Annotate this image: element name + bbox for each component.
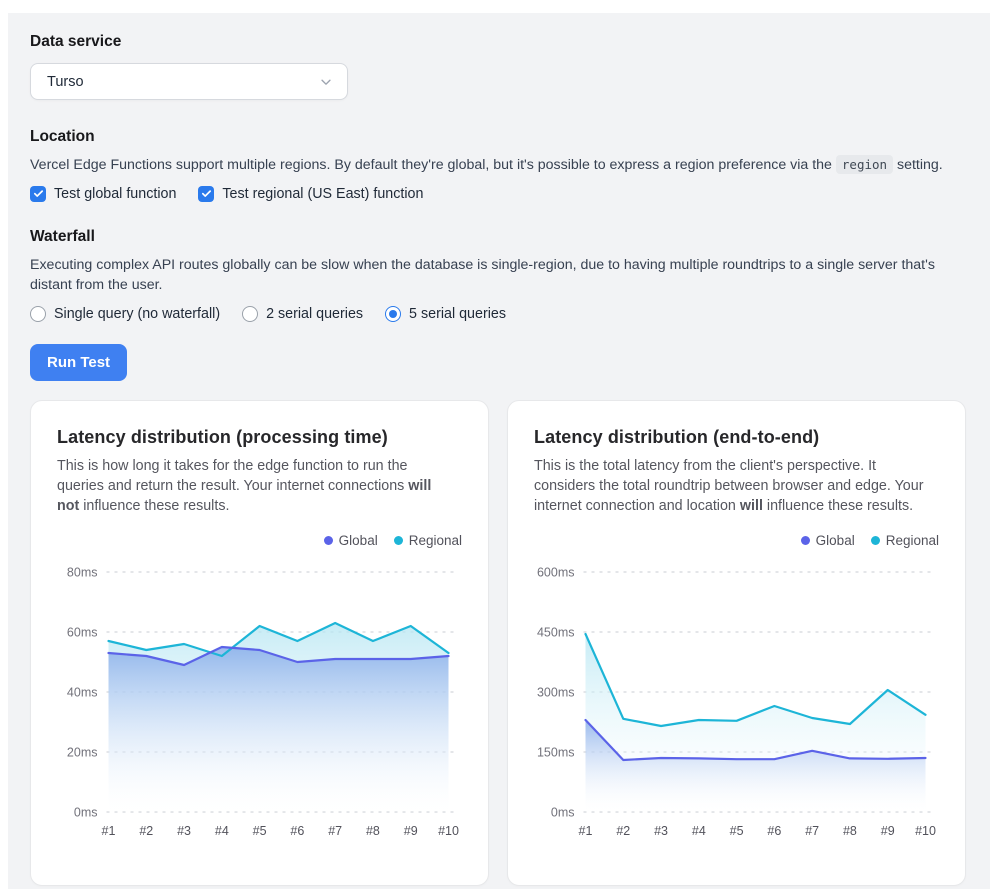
location-checkbox-row: Test global function Test regional (US E… bbox=[30, 186, 966, 202]
location-description: Vercel Edge Functions support multiple r… bbox=[30, 155, 966, 176]
processing-time-chart: 0ms 20ms 40ms 60ms 80ms #1 #2 #3 #4 #5 #6 #7 #8 #9 #10 bbox=[57, 556, 462, 848]
run-test-button[interactable]: Run Test bbox=[30, 344, 127, 381]
checkbox-checked-icon[interactable] bbox=[198, 186, 214, 202]
legend-item-global: Global bbox=[324, 533, 378, 548]
location-description-text: Vercel Edge Functions support multiple r… bbox=[30, 157, 836, 173]
checkbox-test-global-function[interactable]: Test global function bbox=[30, 186, 176, 202]
checkbox-label: Test global function bbox=[54, 186, 176, 202]
card-description-text: This is how long it takes for the edge f… bbox=[57, 458, 408, 494]
svg-text:#9: #9 bbox=[881, 824, 895, 838]
legend-label: Global bbox=[339, 533, 378, 548]
svg-text:#6: #6 bbox=[290, 824, 304, 838]
svg-text:600ms: 600ms bbox=[537, 565, 575, 579]
chart-legend: Global Regional bbox=[534, 533, 939, 548]
svg-text:20ms: 20ms bbox=[67, 745, 98, 759]
radio-5-serial-queries[interactable]: 5 serial queries bbox=[385, 306, 506, 322]
main-panel: Data service Turso Location Vercel Edge … bbox=[8, 13, 990, 889]
svg-text:450ms: 450ms bbox=[537, 625, 575, 639]
location-description-suffix: setting. bbox=[893, 157, 943, 173]
svg-text:0ms: 0ms bbox=[551, 805, 575, 819]
waterfall-heading: Waterfall bbox=[30, 228, 966, 246]
chevron-down-icon bbox=[319, 75, 333, 89]
svg-text:#3: #3 bbox=[654, 824, 668, 838]
global-series-dot-icon bbox=[801, 536, 810, 545]
radio-unchecked-icon[interactable] bbox=[30, 306, 46, 322]
card-description-suffix: influence these results. bbox=[79, 498, 229, 514]
legend-label: Regional bbox=[886, 533, 939, 548]
svg-text:#5: #5 bbox=[253, 824, 267, 838]
global-series-dot-icon bbox=[324, 536, 333, 545]
radio-2-serial-queries[interactable]: 2 serial queries bbox=[242, 306, 363, 322]
svg-text:#2: #2 bbox=[139, 824, 153, 838]
region-code-chip: region bbox=[836, 155, 893, 174]
svg-text:#4: #4 bbox=[692, 824, 706, 838]
chart-cards: Latency distribution (processing time) T… bbox=[30, 400, 966, 886]
card-description-bold: will bbox=[740, 498, 763, 514]
checkbox-test-regional-function[interactable]: Test regional (US East) function bbox=[198, 186, 423, 202]
legend-label: Global bbox=[816, 533, 855, 548]
location-heading: Location bbox=[30, 128, 966, 146]
processing-time-card: Latency distribution (processing time) T… bbox=[30, 400, 489, 886]
svg-text:#6: #6 bbox=[767, 824, 781, 838]
data-service-select[interactable]: Turso bbox=[30, 63, 348, 100]
svg-text:150ms: 150ms bbox=[537, 745, 575, 759]
processing-time-card-title: Latency distribution (processing time) bbox=[57, 427, 462, 448]
svg-text:#7: #7 bbox=[328, 824, 342, 838]
chart-legend: Global Regional bbox=[57, 533, 462, 548]
svg-text:80ms: 80ms bbox=[67, 565, 98, 579]
checkbox-label: Test regional (US East) function bbox=[222, 186, 423, 202]
svg-text:#2: #2 bbox=[616, 824, 630, 838]
radio-unchecked-icon[interactable] bbox=[242, 306, 258, 322]
svg-text:#8: #8 bbox=[366, 824, 380, 838]
svg-text:#4: #4 bbox=[215, 824, 229, 838]
card-description-suffix: influence these results. bbox=[763, 498, 913, 514]
data-service-heading: Data service bbox=[30, 33, 966, 51]
svg-text:300ms: 300ms bbox=[537, 685, 575, 699]
end-to-end-chart: 0ms 150ms 300ms 450ms 600ms #1 #2 #3 #4 #5 #6 #7 #8 #… bbox=[534, 556, 939, 848]
svg-text:#8: #8 bbox=[843, 824, 857, 838]
waterfall-radio-row: Single query (no waterfall) 2 serial que… bbox=[30, 306, 966, 322]
svg-text:#9: #9 bbox=[404, 824, 418, 838]
regional-series-dot-icon bbox=[394, 536, 403, 545]
svg-text:#1: #1 bbox=[579, 824, 593, 838]
waterfall-description: Executing complex API routes globally ca… bbox=[30, 255, 966, 296]
svg-text:#3: #3 bbox=[177, 824, 191, 838]
end-to-end-card: Latency distribution (end-to-end) This i… bbox=[507, 400, 966, 886]
radio-label: 5 serial queries bbox=[409, 306, 506, 322]
svg-text:#10: #10 bbox=[915, 824, 936, 838]
regional-series-dot-icon bbox=[871, 536, 880, 545]
svg-text:40ms: 40ms bbox=[67, 685, 98, 699]
svg-text:#1: #1 bbox=[102, 824, 116, 838]
data-service-select-value: Turso bbox=[47, 74, 84, 90]
svg-text:0ms: 0ms bbox=[74, 805, 98, 819]
end-to-end-card-title: Latency distribution (end-to-end) bbox=[534, 427, 939, 448]
radio-checked-icon[interactable] bbox=[385, 306, 401, 322]
processing-time-card-description: This is how long it takes for the edge f… bbox=[57, 456, 455, 517]
radio-label: 2 serial queries bbox=[266, 306, 363, 322]
end-to-end-card-description: This is the total latency from the clien… bbox=[534, 456, 932, 517]
svg-text:#7: #7 bbox=[805, 824, 819, 838]
legend-item-regional: Regional bbox=[394, 533, 462, 548]
svg-text:#5: #5 bbox=[730, 824, 744, 838]
legend-label: Regional bbox=[409, 533, 462, 548]
svg-text:60ms: 60ms bbox=[67, 625, 98, 639]
svg-text:#10: #10 bbox=[438, 824, 459, 838]
legend-item-regional: Regional bbox=[871, 533, 939, 548]
legend-item-global: Global bbox=[801, 533, 855, 548]
radio-single-query[interactable]: Single query (no waterfall) bbox=[30, 306, 220, 322]
radio-label: Single query (no waterfall) bbox=[54, 306, 220, 322]
checkbox-checked-icon[interactable] bbox=[30, 186, 46, 202]
